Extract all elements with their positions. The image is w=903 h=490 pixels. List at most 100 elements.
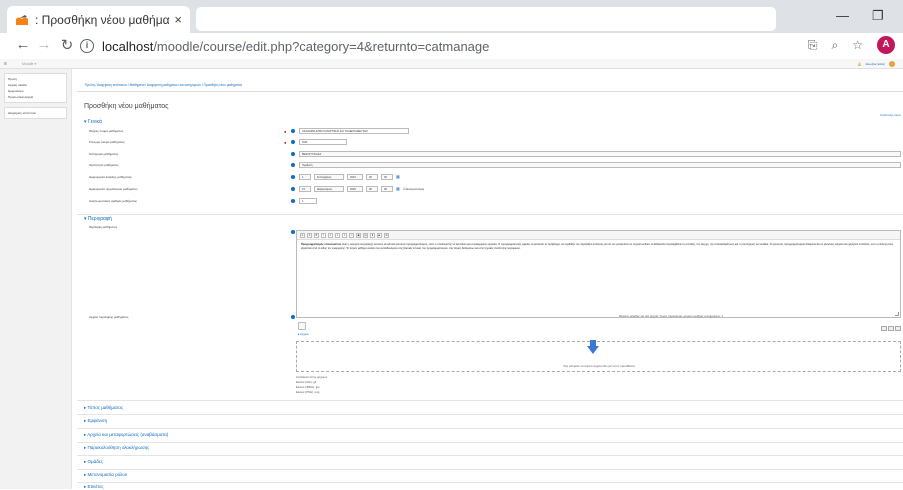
user-avatar[interactable] [889,61,895,67]
editor-content[interactable]: Προγραμματισμός υπολογιστών είναι η ενέρ… [297,240,900,302]
help-icon[interactable] [291,315,295,319]
end-day-select[interactable]: 15 [299,186,311,192]
paragraph-style-icon[interactable]: A [307,233,312,238]
help-icon[interactable] [291,152,295,156]
help-icon[interactable] [291,175,295,179]
section-groups[interactable]: ▸ Ομάδες [84,459,103,465]
zoom-icon[interactable]: ⌕ [832,38,839,53]
editor-toolbar: A A B I ≡ ≡ ⚭ ⚯ ▣ ▤ ⬇ ▶ ⊞ [297,231,900,240]
category-row: Κατηγορία μαθήματος ΜΕΣΟΙΤΥΧΙΑΚΑ [89,151,903,159]
idnumber-input[interactable]: 1 [299,198,317,204]
calendar-icon[interactable]: ▦ [396,174,400,179]
user-name[interactable]: Ιάκωβος Ελίας [866,62,885,66]
shortname-input[interactable]: SVR [299,139,347,145]
add-file-icon[interactable] [298,322,306,330]
shortname-label: Σύντομο όνομα μαθήματος [89,140,125,144]
image-icon[interactable]: ▣ [356,233,361,238]
help-icon[interactable] [291,140,295,144]
profile-avatar[interactable]: A [877,36,895,54]
url-field[interactable]: i localhost/moodle/course/edit.php?categ… [80,35,800,57]
forward-arrow-icon[interactable]: → [33,36,55,53]
category-select[interactable]: ΜΕΣΟΙΤΥΧΙΑΚΑ [299,151,901,157]
reload-icon[interactable]: ↻ [56,36,78,54]
end-hour-select[interactable]: 00 [366,186,378,192]
manage-files-icon[interactable]: ⊞ [384,233,389,238]
file-dropzone[interactable]: Σας μπορείτε να σύρετε αρχεία εδώ για να… [296,340,901,372]
page-title: Προσθήκη νέου μαθήματος [84,103,169,110]
divider [77,469,903,470]
calendar-icon[interactable]: ▦ [396,186,400,191]
site-brand[interactable]: Moodle ▾ [22,62,36,66]
section-label: Αρχεία και μεταφορτώσεις (αναβάσματα) [87,432,169,437]
section-tags[interactable]: ▸ Ετικέτες [84,484,104,490]
required-icon: ● [284,140,287,145]
file-icon[interactable]: ⬇ [370,233,375,238]
view-list-icon[interactable] [895,326,901,331]
help-icon[interactable] [291,163,295,167]
toolbar-toggle-icon[interactable]: A [300,233,305,238]
fullname-input[interactable]: ΑΚΑΔΗΜΙΑ ΕΠΙΚΙ ΚΑΤΑΡΤΙΣΗΣ ΚΑΙ ΤΗΛΕΚΠΑΙΔΕ… [299,128,409,134]
numbered-list-icon[interactable]: ≡ [335,233,340,238]
section-appearance[interactable]: ▸ Εμφάνιση [84,418,107,424]
summary-body: είναι η ενέργεια συγγραφής εντολών σε κά… [301,243,894,250]
help-icon[interactable] [291,199,295,203]
end-year-select[interactable]: 2020 [347,186,363,192]
fullname-row: Πλήρες όνομα μαθήματος ● ΑΚΑΔΗΜΙΑ ΕΠΙΚΙ … [89,128,903,136]
expand-all-link[interactable]: Ανάπτυξη όλων [880,113,901,117]
section-general-heading[interactable]: ▾ Γενικά [84,119,102,125]
bold-icon[interactable]: B [314,233,319,238]
visibility-label: Ορατότητα μαθήματος [89,163,119,167]
startdate-row: Ημερομηνία έναρξης μαθήματος 1 Σεπτέμβρι… [89,174,903,182]
italic-icon[interactable]: I [321,233,326,238]
view-tree-icon[interactable] [888,326,894,331]
unlink-icon[interactable]: ⚯ [349,233,354,238]
visibility-select[interactable]: Προβολή [299,162,901,168]
folder-path[interactable]: ▸ Αρχεία [298,332,308,336]
file-limits-note: Μέγιστο μέγεθος για νέα αρχεία: Χωρίς πε… [619,314,724,318]
summary-editor[interactable]: A A B I ≡ ≡ ⚭ ⚯ ▣ ▤ ⬇ ▶ ⊞ Προγραμματισμό… [296,230,901,318]
browser-tab[interactable]: : Προσθήκη νέου μαθήματος × [7,6,190,33]
section-completion[interactable]: ▸ Παρακολούθηση ολοκλήρωσης [84,445,149,451]
translate-icon[interactable]: ⎘ [808,38,818,53]
start-hour-select[interactable]: 00 [366,174,378,180]
section-course-format[interactable]: ▸ Τύπος μαθήματος [84,405,123,411]
help-icon[interactable] [291,187,295,191]
fullname-label: Πλήρες όνομα μαθήματος [89,129,124,133]
link-icon[interactable]: ⚭ [342,233,347,238]
start-year-select[interactable]: 2019 [347,174,363,180]
enable-enddate-checkbox[interactable]: ☑ Ενεργοποίηση [403,186,424,192]
divider [77,482,903,483]
divider [77,455,903,456]
tab-close-icon[interactable]: × [174,12,182,27]
back-arrow-icon[interactable]: ← [12,36,34,53]
bullet-list-icon[interactable]: ≡ [328,233,333,238]
start-minute-select[interactable]: 00 [381,174,393,180]
start-day-select[interactable]: 1 [299,174,311,180]
idnumber-label: Αναγνωριστικός αριθμός μαθήματος [89,199,137,203]
section-description-heading[interactable]: ▾ Περιγραφή [84,216,112,222]
minimize-button[interactable]: — [836,8,849,23]
breadcrumb[interactable]: Πρώτη / Διαχείριση ιστότοπου / Μαθήματα … [77,78,903,92]
restore-button[interactable]: ❐ [872,8,884,24]
section-files-uploads[interactable]: ▸ Αρχεία και μεταφορτώσεις (αναβάσματα) [84,432,168,438]
url-host: localhost [102,38,154,54]
media-icon[interactable]: ▤ [363,233,368,238]
section-label: Ομάδες [87,459,103,464]
section-role-renaming[interactable]: ▸ Μετονομασία ρόλου [84,472,127,478]
drawer-item-files[interactable]: Προσωπικά αρχεία [8,94,63,100]
video-icon[interactable]: ▶ [377,233,382,238]
menu-hamburger-icon[interactable]: ≡ [4,61,7,67]
help-icon[interactable] [291,129,295,133]
end-month-select[interactable]: Φεβρουάριος [314,186,344,192]
end-minute-select[interactable]: 00 [381,186,393,192]
notification-icon[interactable]: 🔔 [858,62,862,66]
drawer-item-site-admin[interactable]: Διαχείριση ιστότοπου [8,110,63,116]
startdate-label: Ημερομηνία έναρξης μαθήματος [89,175,132,179]
bookmark-star-icon[interactable]: ☆ [852,38,863,52]
start-month-select[interactable]: Σεπτέμβριος [314,174,344,180]
view-icons-icon[interactable] [881,326,887,331]
info-icon[interactable]: i [80,39,94,53]
help-icon[interactable] [291,230,295,234]
folder-name: Αρχεία [300,332,309,336]
section-general-label: Γενικά [87,119,102,125]
